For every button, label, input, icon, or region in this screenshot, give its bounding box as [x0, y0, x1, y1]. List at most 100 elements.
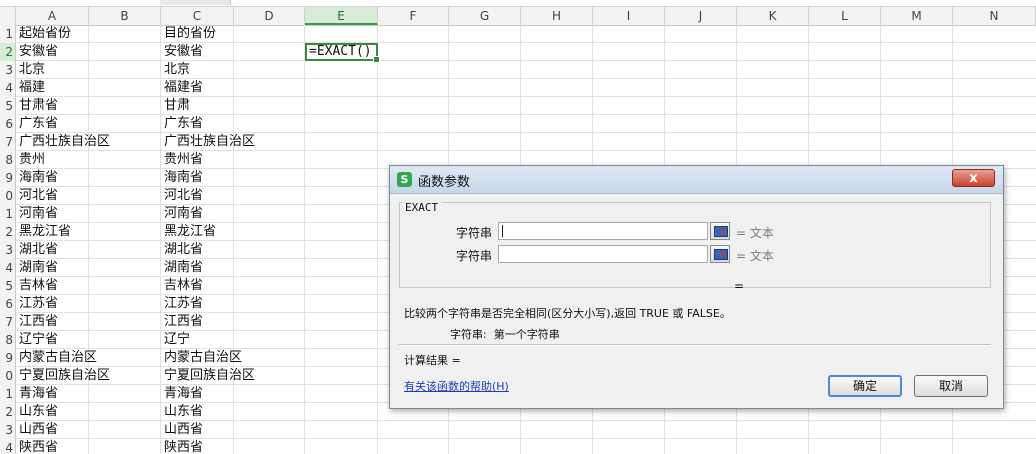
cell-c[interactable]: 海南省 — [161, 169, 234, 187]
select-all-corner[interactable] — [0, 7, 16, 25]
cancel-button[interactable]: 取消 — [914, 375, 988, 397]
cell-a[interactable]: 山西省 — [16, 421, 89, 439]
cell-c[interactable]: 江西省 — [161, 313, 234, 331]
column-header-j[interactable]: J — [665, 7, 737, 25]
arg2-input[interactable] — [498, 245, 708, 263]
cell-c[interactable]: 广东省 — [161, 115, 234, 133]
cell-c[interactable]: 北京 — [161, 61, 234, 79]
cell-a[interactable]: 江苏省 — [16, 295, 89, 313]
cell-a[interactable]: 广西壮族自治区 — [16, 133, 110, 151]
row-header[interactable]: 5 — [0, 277, 16, 295]
column-header-k[interactable]: K — [737, 7, 809, 25]
row-header[interactable]: 2 — [0, 403, 16, 421]
cell-a[interactable]: 宁夏回族自治区 — [16, 367, 110, 385]
cell-a[interactable]: 辽宁省 — [16, 331, 89, 349]
row-header[interactable]: 4 — [0, 259, 16, 277]
cell-c[interactable]: 辽宁 — [161, 331, 234, 349]
cell-a[interactable]: 福建 — [16, 79, 89, 97]
column-header-i[interactable]: I — [593, 7, 665, 25]
row-header[interactable]: 7 — [0, 313, 16, 331]
cell-c[interactable]: 陕西省 — [161, 439, 234, 454]
fill-handle[interactable] — [373, 56, 380, 63]
cell-c[interactable]: 青海省 — [161, 385, 234, 403]
app-logo-icon: S — [397, 172, 412, 187]
toolbar-tab[interactable] — [160, 0, 231, 5]
row-header[interactable]: 4 — [0, 439, 16, 454]
help-link[interactable]: 有关该函数的帮助(H) — [404, 378, 509, 394]
cell-c[interactable]: 河南省 — [161, 205, 234, 223]
row-header[interactable]: 6 — [0, 115, 16, 133]
arg1-range-picker-button[interactable] — [710, 222, 730, 240]
cell-c[interactable]: 贵州省 — [161, 151, 234, 169]
row-header[interactable]: 7 — [0, 133, 16, 151]
cell-c[interactable]: 福建省 — [161, 79, 234, 97]
cell-a[interactable]: 河南省 — [16, 205, 89, 223]
cell-c[interactable]: 宁夏回族自治区 — [161, 367, 255, 385]
cell-a[interactable]: 吉林省 — [16, 277, 89, 295]
cell-c[interactable]: 山西省 — [161, 421, 234, 439]
row-header[interactable]: 3 — [0, 421, 16, 439]
column-header-a[interactable]: A — [16, 7, 89, 25]
row-header[interactable]: 6 — [0, 295, 16, 313]
cell-a[interactable]: 起始省份 — [16, 25, 89, 43]
cell-c[interactable]: 内蒙古自治区 — [161, 349, 242, 367]
row-header[interactable]: 5 — [0, 97, 16, 115]
cell-a[interactable]: 北京 — [16, 61, 89, 79]
column-header-g[interactable]: G — [449, 7, 521, 25]
cell-a[interactable]: 陕西省 — [16, 439, 89, 454]
row-header[interactable]: 9 — [0, 169, 16, 187]
column-header-f[interactable]: F — [378, 7, 449, 25]
column-header-m[interactable]: M — [881, 7, 953, 25]
row-header[interactable]: 9 — [0, 349, 16, 367]
ok-button[interactable]: 确定 — [828, 375, 902, 397]
cell-c[interactable]: 江苏省 — [161, 295, 234, 313]
cell-c[interactable]: 甘肃 — [161, 97, 234, 115]
row-header[interactable]: 3 — [0, 241, 16, 259]
cell-a[interactable]: 山东省 — [16, 403, 89, 421]
arg2-range-picker-button[interactable] — [710, 245, 730, 263]
arg1-input[interactable] — [498, 222, 708, 240]
column-header-l[interactable]: L — [809, 7, 881, 25]
cell-a[interactable]: 内蒙古自治区 — [16, 349, 97, 367]
cell-a[interactable]: 湖北省 — [16, 241, 89, 259]
cell-c[interactable]: 吉林省 — [161, 277, 234, 295]
row-header[interactable]: 3 — [0, 61, 16, 79]
row-header[interactable]: 1 — [0, 385, 16, 403]
column-header-c[interactable]: C — [161, 7, 234, 25]
column-header-n[interactable]: N — [953, 7, 1036, 25]
row-header[interactable]: 4 — [0, 79, 16, 97]
cell-a[interactable]: 海南省 — [16, 169, 89, 187]
close-button[interactable]: x — [952, 169, 995, 187]
cell-c[interactable]: 黑龙江省 — [161, 223, 234, 241]
cell-c[interactable]: 安徽省 — [161, 43, 234, 61]
row-header[interactable]: 0 — [0, 187, 16, 205]
cell-a[interactable]: 江西省 — [16, 313, 89, 331]
row-header[interactable]: 1 — [0, 25, 16, 43]
cell-a[interactable]: 湖南省 — [16, 259, 89, 277]
row-header[interactable]: 8 — [0, 151, 16, 169]
cell-c[interactable]: 山东省 — [161, 403, 234, 421]
cell-a[interactable]: 黑龙江省 — [16, 223, 89, 241]
active-cell-e2[interactable]: =EXACT() — [305, 43, 380, 63]
column-header-b[interactable]: B — [89, 7, 161, 25]
row-header[interactable]: 0 — [0, 367, 16, 385]
cell-a[interactable]: 河北省 — [16, 187, 89, 205]
column-header-d[interactable]: D — [234, 7, 305, 25]
cell-a[interactable]: 甘肃省 — [16, 97, 89, 115]
cell-a[interactable]: 贵州 — [16, 151, 89, 169]
column-header-h[interactable]: H — [521, 7, 593, 25]
cell-a[interactable]: 安徽省 — [16, 43, 89, 61]
cell-c[interactable]: 目的省份 — [161, 25, 234, 43]
row-header[interactable]: 8 — [0, 331, 16, 349]
cell-c[interactable]: 湖南省 — [161, 259, 234, 277]
row-header[interactable]: 2 — [0, 43, 16, 61]
cell-c[interactable]: 河北省 — [161, 187, 234, 205]
column-header-e[interactable]: E — [305, 7, 378, 25]
dialog-titlebar[interactable]: S 函数参数 x — [390, 166, 1003, 194]
cell-c[interactable]: 湖北省 — [161, 241, 234, 259]
row-header[interactable]: 2 — [0, 223, 16, 241]
cell-a[interactable]: 广东省 — [16, 115, 89, 133]
row-header[interactable]: 1 — [0, 205, 16, 223]
cell-c[interactable]: 广西壮族自治区 — [161, 133, 255, 151]
cell-a[interactable]: 青海省 — [16, 385, 89, 403]
